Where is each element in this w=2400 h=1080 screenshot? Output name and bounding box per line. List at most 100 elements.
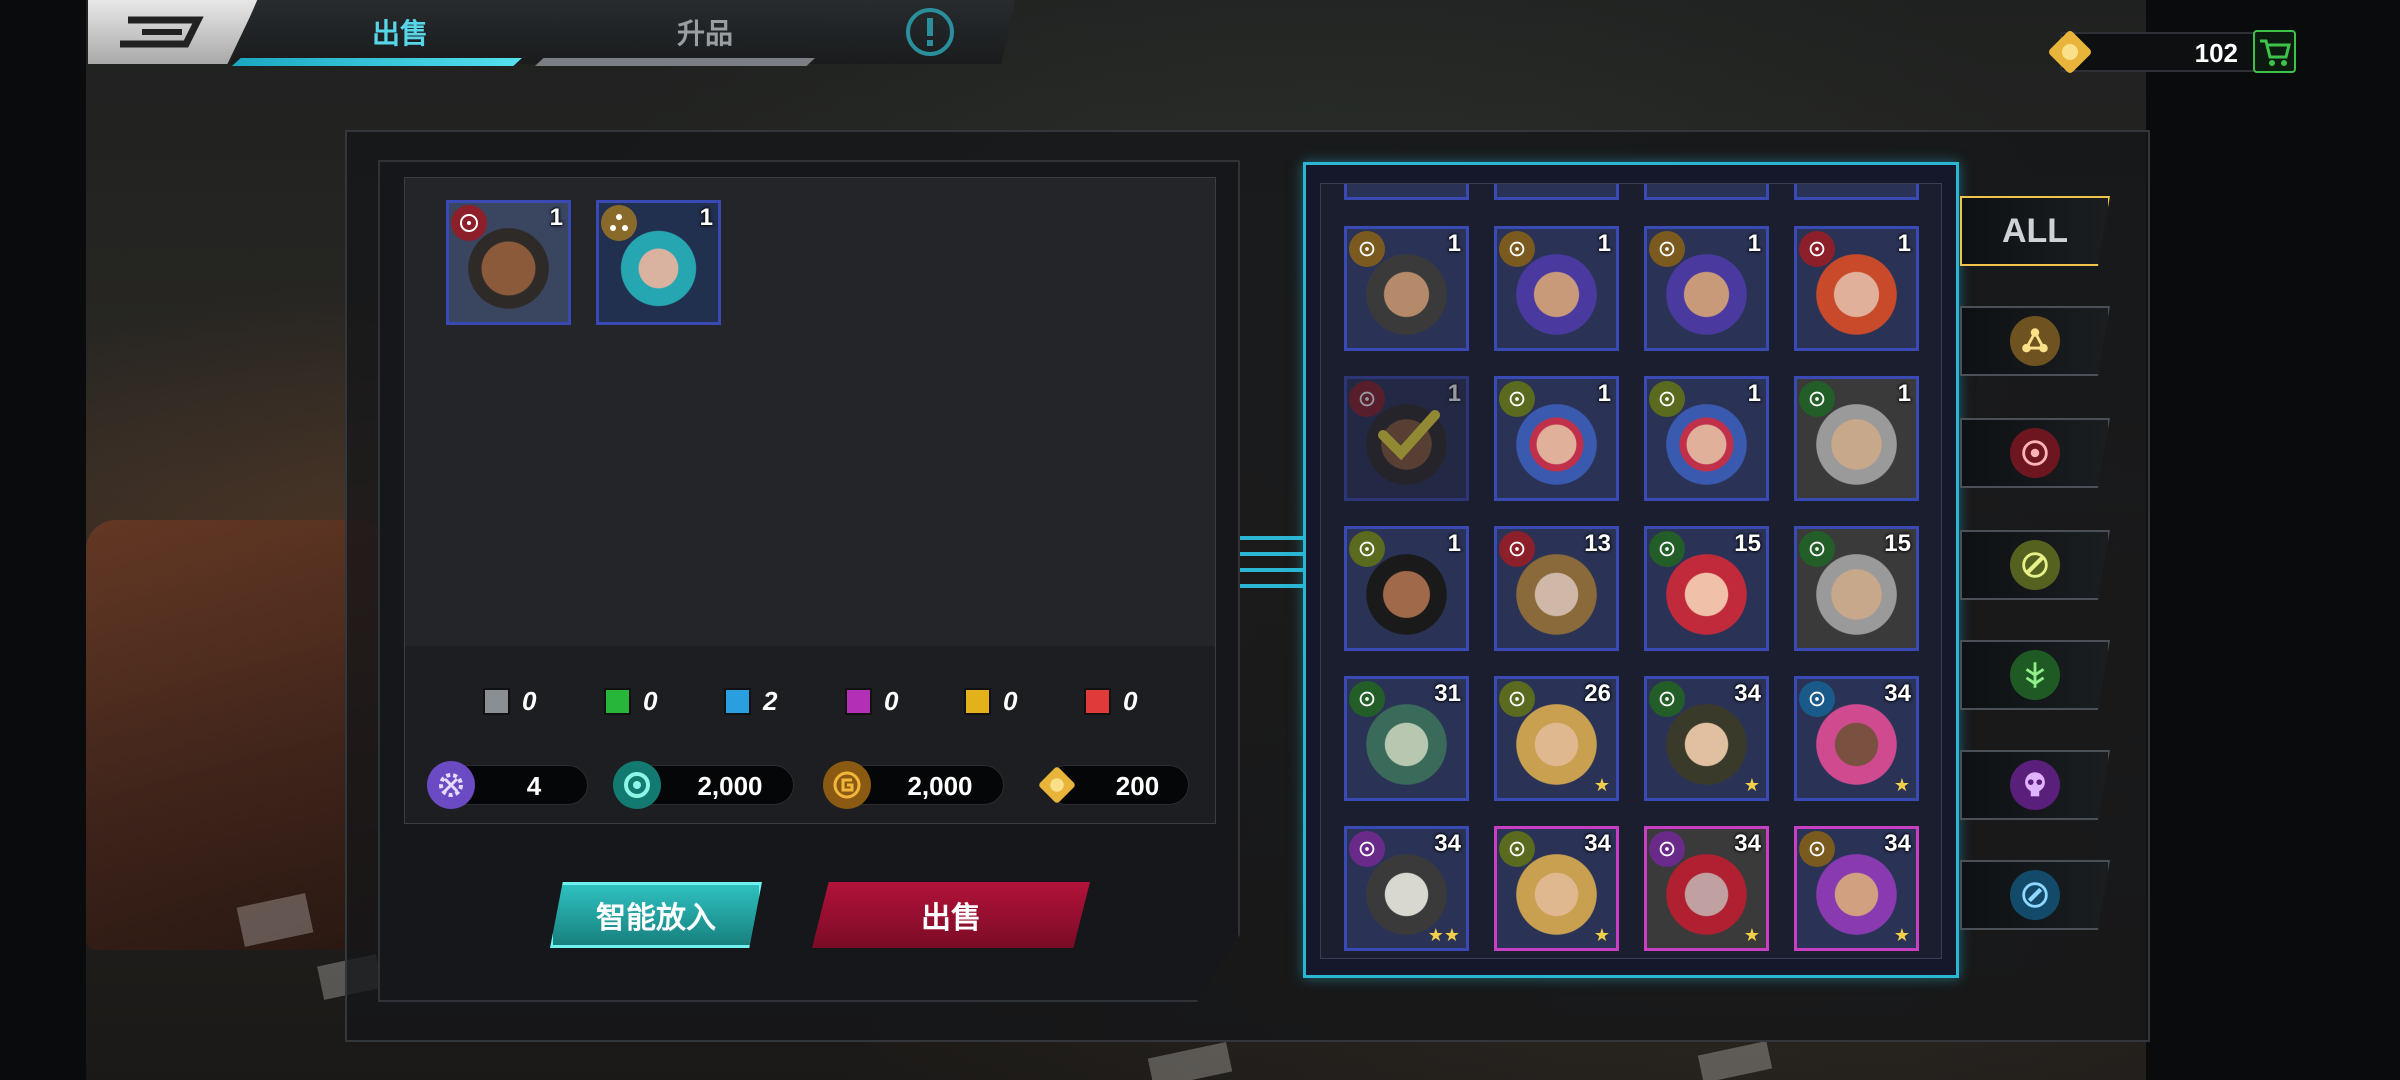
- filter-bio-button[interactable]: [1960, 640, 2110, 710]
- bio-class-icon: [1349, 681, 1385, 717]
- hero-card[interactable]: 34 ★: [1494, 826, 1619, 951]
- smart-add-button[interactable]: 智能放入: [550, 882, 762, 948]
- filter-target-button[interactable]: [1960, 418, 2110, 488]
- tab-upgrade[interactable]: 升品: [535, 0, 875, 64]
- selected-hero-card[interactable]: 1: [596, 200, 721, 325]
- tab-sell-indicator: [232, 58, 522, 66]
- tech-class-icon: [1649, 231, 1685, 267]
- filter-skull-button[interactable]: [1960, 750, 2110, 820]
- hero-card-partial[interactable]: [1644, 184, 1769, 200]
- shield-class-icon: [1799, 681, 1835, 717]
- hero-level: 1: [1597, 380, 1611, 407]
- hero-card[interactable]: 34 ★★: [1344, 826, 1469, 951]
- reward-teal-coin: 2,000: [613, 761, 794, 809]
- wrench-class-icon: [1499, 681, 1535, 717]
- selected-hero-card[interactable]: 1: [446, 200, 571, 325]
- hero-card[interactable]: 31: [1344, 676, 1469, 801]
- hero-level: 15: [1884, 530, 1911, 557]
- tech-class-icon: [1499, 231, 1535, 267]
- hero-card[interactable]: 1: [1344, 376, 1469, 501]
- hero-card[interactable]: 34 ★: [1794, 676, 1919, 801]
- bio-class-icon: [2010, 650, 2060, 700]
- hero-level: 1: [1747, 230, 1761, 257]
- wrench-class-icon: [2010, 540, 2060, 590]
- reward-gold-coin: 2,000: [823, 761, 1004, 809]
- hero-card[interactable]: 34 ★: [1644, 676, 1769, 801]
- hero-level: 1: [1747, 380, 1761, 407]
- filter-tech-button[interactable]: [1960, 306, 2110, 376]
- hero-card[interactable]: 1: [1794, 376, 1919, 501]
- grey-rarity-icon: [483, 688, 510, 715]
- hero-card[interactable]: 15: [1644, 526, 1769, 651]
- hero-card-partial[interactable]: [1794, 184, 1919, 200]
- target-class-icon: [1499, 531, 1535, 567]
- blue-rarity-icon: [724, 688, 751, 715]
- filter-shield-button[interactable]: [1960, 860, 2110, 930]
- wrench-class-icon: [1649, 381, 1685, 417]
- puzzle-currency-value: 102: [2194, 38, 2238, 68]
- exclamation-icon: [906, 8, 954, 56]
- bio-class-icon: [1799, 381, 1835, 417]
- hero-card[interactable]: 34 ★: [1644, 826, 1769, 951]
- gold-coin-icon: [823, 761, 871, 809]
- tab-sell[interactable]: 出售: [230, 0, 570, 64]
- hero-card[interactable]: 1: [1794, 226, 1919, 351]
- target-class-icon: [451, 205, 487, 241]
- hero-level: 34: [1884, 830, 1911, 857]
- rarity-count-value: 0: [1003, 686, 1018, 716]
- hero-card[interactable]: 1: [1644, 376, 1769, 501]
- bio-class-icon: [1649, 681, 1685, 717]
- puzzle-icon: [2044, 26, 2096, 83]
- filter-all-button[interactable]: ALL: [1960, 196, 2110, 266]
- reward-puzzle: 200: [1039, 765, 1189, 805]
- hero-level: 34: [1884, 680, 1911, 707]
- hero-card[interactable]: 34 ★: [1794, 826, 1919, 951]
- hero-level: 1: [1897, 230, 1911, 257]
- hero-level: 13: [1584, 530, 1611, 557]
- hero-card-partial[interactable]: [1344, 184, 1469, 200]
- hero-stars: ★: [1593, 775, 1610, 795]
- hero-stars: ★: [1743, 775, 1760, 795]
- hero-level: 26: [1584, 680, 1611, 707]
- rarity-count-green: 0: [604, 686, 657, 717]
- hero-card[interactable]: 1: [1494, 376, 1619, 501]
- sell-button[interactable]: 出售: [812, 882, 1090, 948]
- puzzle-icon: [1033, 761, 1081, 809]
- hero-stars: ★: [1593, 925, 1610, 945]
- background-couch: [86, 520, 386, 950]
- hero-card[interactable]: 1: [1344, 526, 1469, 651]
- wrench-class-icon: [1499, 831, 1535, 867]
- hero-card[interactable]: 26 ★: [1494, 676, 1619, 801]
- rarity-count-blue: 2: [724, 686, 777, 717]
- filter-wrench-button[interactable]: [1960, 530, 2110, 600]
- shop-cart-button[interactable]: [2253, 30, 2296, 73]
- teal-coin-icon: [613, 761, 661, 809]
- reward-value: 200: [1115, 771, 1160, 801]
- hero-level: 1: [1447, 230, 1461, 257]
- hero-card[interactable]: 1: [1494, 226, 1619, 351]
- hero-level: 34: [1584, 830, 1611, 857]
- reward-purple-gear: 4: [427, 761, 588, 809]
- skull-class-icon: [1649, 831, 1685, 867]
- hero-card[interactable]: 1: [1344, 226, 1469, 351]
- tech-class-icon: [2010, 316, 2060, 366]
- hero-card[interactable]: 15: [1794, 526, 1919, 651]
- hero-card[interactable]: 1: [1644, 226, 1769, 351]
- cart-icon: [2259, 39, 2291, 66]
- rarity-count-red: 0: [1084, 686, 1137, 717]
- skull-class-icon: [1349, 831, 1385, 867]
- target-class-icon: [1799, 231, 1835, 267]
- hero-card-partial[interactable]: [1494, 184, 1619, 200]
- sell-button-label: 出售: [921, 902, 981, 935]
- hero-card[interactable]: 13: [1494, 526, 1619, 651]
- filter-all-label: ALL: [2001, 211, 2069, 250]
- hero-level: 34: [1434, 830, 1461, 857]
- rarity-count-value: 0: [522, 686, 537, 716]
- tech-class-icon: [1799, 831, 1835, 867]
- hero-level: 34: [1734, 830, 1761, 857]
- back-icon: [120, 16, 204, 48]
- rarity-count-grey: 0: [483, 686, 536, 717]
- rarity-count-purple: 0: [845, 686, 898, 717]
- hero-level: 1: [1447, 380, 1461, 407]
- info-button[interactable]: [845, 0, 1015, 64]
